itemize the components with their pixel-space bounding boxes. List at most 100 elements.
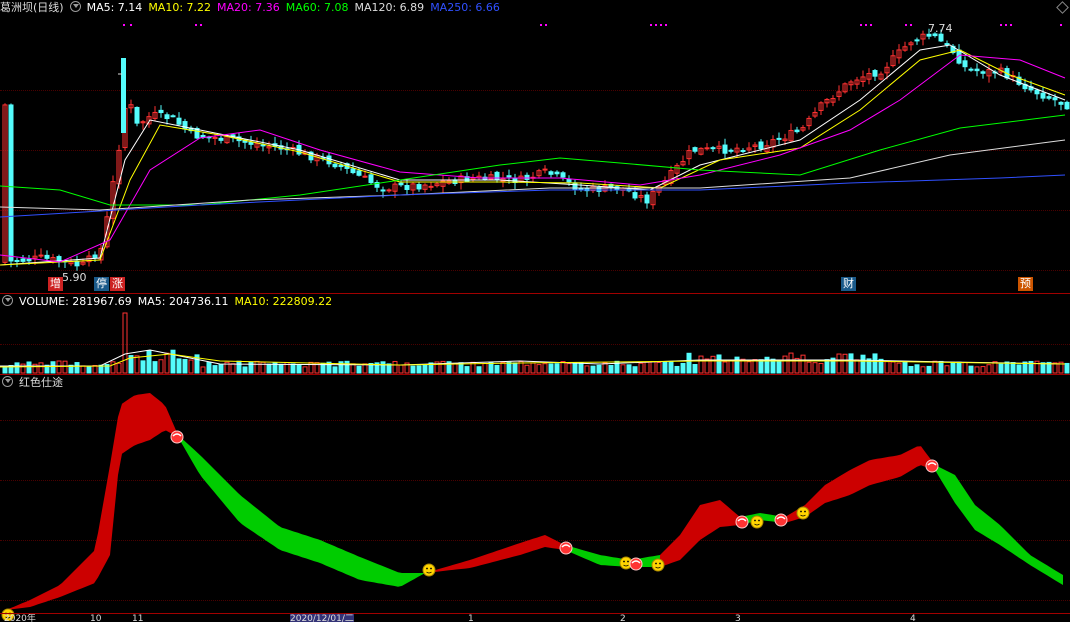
volume-bar <box>296 364 302 374</box>
smiley-eye <box>804 510 806 513</box>
event-badge-finance[interactable]: 财 <box>841 277 856 291</box>
smiley-eye <box>426 567 428 570</box>
indicator-band <box>805 446 935 517</box>
signal-dot <box>665 24 667 26</box>
candle-body <box>968 68 974 71</box>
volume-bar <box>308 361 314 374</box>
volume-bar <box>392 360 398 374</box>
signal-dot <box>200 24 202 26</box>
volume-panel[interactable]: VOLUME: 281967.69 MA5: 204736.11 MA10: 222… <box>0 294 1070 374</box>
volume-bar <box>656 362 662 374</box>
volume-bar <box>848 353 854 374</box>
volume-bar <box>146 350 152 374</box>
candle-body <box>542 168 548 171</box>
volume-bar <box>758 359 764 374</box>
volume-chart[interactable] <box>0 294 1070 374</box>
volume-bar <box>50 361 56 374</box>
volume-bar <box>776 359 782 374</box>
candle-body <box>218 137 224 141</box>
indicator-band <box>565 545 660 567</box>
volume-bar <box>956 361 962 374</box>
sell-signal-icon <box>170 430 184 444</box>
volume-bar <box>626 364 632 374</box>
event-badge-forecast[interactable]: 预 <box>1018 277 1033 291</box>
volume-bar <box>602 362 608 374</box>
volume-bar <box>746 361 752 374</box>
volume-bar <box>806 361 812 374</box>
candle-body <box>728 149 734 152</box>
moving-average-line <box>0 54 1066 263</box>
candle-body <box>164 114 170 120</box>
volume-bar <box>620 364 626 374</box>
volume-bar <box>950 361 956 374</box>
volume-bar <box>416 365 422 374</box>
signal-dot <box>910 24 912 26</box>
indicator-chart[interactable] <box>0 375 1070 621</box>
candle-body <box>332 163 338 168</box>
volume-bar <box>464 366 470 374</box>
volume-bar <box>716 354 722 374</box>
volume-bar <box>236 360 242 374</box>
signal-dot <box>130 24 132 26</box>
main-chart-panel[interactable]: 葛洲坝(日线) MA5: 7.14 MA10: 7.22 MA20: 7.36 MA60… <box>0 0 1070 293</box>
volume-bar <box>680 362 686 374</box>
volume-bar <box>116 362 122 374</box>
signal-dot <box>655 24 657 26</box>
volume-bar <box>38 362 44 374</box>
volume-bar <box>692 364 698 374</box>
indicator-panel[interactable]: 红色仕途 <box>0 375 1070 621</box>
volume-bar <box>242 366 248 374</box>
volume-bar <box>74 362 80 374</box>
volume-bar <box>548 363 554 374</box>
event-badge-halt[interactable]: 停 <box>94 277 109 291</box>
event-badge-limitup[interactable]: 涨 <box>110 277 125 291</box>
volume-bar <box>2 366 8 374</box>
signal-dot <box>905 24 907 26</box>
volume-bar <box>932 360 938 374</box>
candle-body <box>560 172 566 178</box>
event-badge-increase[interactable]: 增 <box>48 277 63 291</box>
candle-body <box>524 174 530 180</box>
candle-body <box>548 171 554 175</box>
candle-body <box>368 174 374 184</box>
volume-bar <box>512 362 518 374</box>
volume-bar <box>944 365 950 374</box>
volume-bar <box>980 366 986 374</box>
volume-bar <box>578 362 584 374</box>
signal-dot <box>545 24 547 26</box>
candle-body <box>398 182 404 186</box>
candle-body <box>212 136 218 139</box>
volume-bar <box>902 361 908 374</box>
indicator-band <box>935 465 1063 585</box>
signal-dot <box>865 24 867 26</box>
signal-dot <box>860 24 862 26</box>
candle-body <box>338 164 344 168</box>
volume-bar <box>530 362 536 374</box>
volume-bar <box>674 365 680 374</box>
candlestick-chart[interactable] <box>0 0 1070 293</box>
candle-body <box>350 168 356 174</box>
sell-signal-icon <box>735 515 749 529</box>
candle-body <box>566 178 572 183</box>
candle-body <box>44 254 50 259</box>
signal-dot <box>1000 24 1002 26</box>
volume-bar <box>20 363 26 374</box>
candle-body <box>722 144 728 154</box>
volume-bar <box>482 362 488 374</box>
candle-body <box>962 60 968 68</box>
volume-bar <box>1064 362 1070 374</box>
volume-bar <box>824 359 830 374</box>
smiley-eye <box>627 560 629 563</box>
candle-body <box>38 254 44 257</box>
candle-body <box>644 194 650 204</box>
indicator-band <box>660 500 740 567</box>
volume-bar <box>896 362 902 374</box>
volume-bar <box>560 361 566 374</box>
candle-body <box>572 182 578 191</box>
candle-body <box>506 175 512 178</box>
sell-signal-icon <box>629 557 643 571</box>
candle-body <box>740 150 746 153</box>
candle-body <box>758 141 764 150</box>
smiley-icon <box>651 558 665 572</box>
volume-bar <box>398 364 404 374</box>
